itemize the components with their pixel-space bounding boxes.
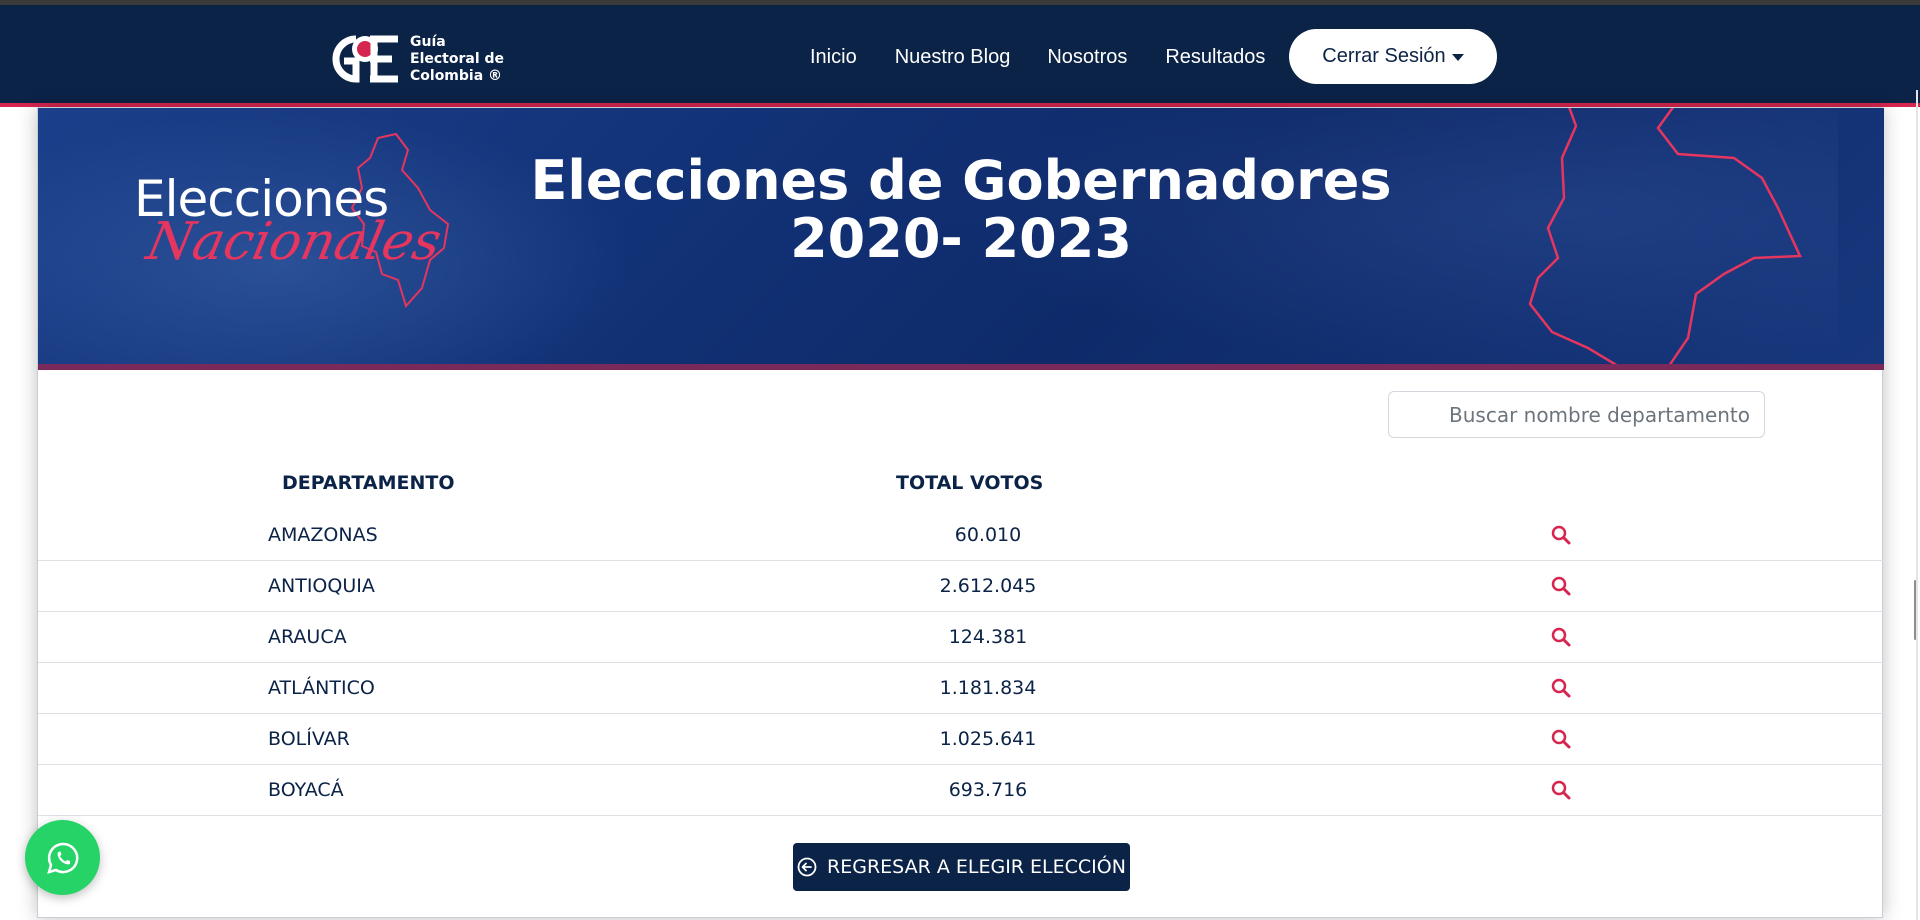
logo-line-1: Guía [410,33,446,50]
cell-total-votos: 1.025.641 [939,728,1037,750]
table-row: BOYACÁ 693.716 [38,765,1884,816]
logo-mark-icon [326,31,402,87]
cell-departamento: BOYACÁ [268,779,344,801]
table-row: ANTIOQUIA 2.612.045 [38,561,1884,612]
cell-departamento: ATLÁNTICO [268,677,375,699]
navbar: Guía Electoral de Colombia ® Inicio Nues… [0,5,1920,107]
site-logo[interactable]: Guía Electoral de Colombia ® [326,31,504,87]
back-arrow-icon [797,857,817,877]
cell-total-votos: 693.716 [948,779,1028,801]
page-title-line-1: Elecciones de Gobernadores [530,149,1392,212]
nav-nosotros[interactable]: Nosotros [1047,37,1127,77]
back-button-label: REGRESAR A ELEGIR ELECCIÓN [827,856,1126,878]
nav-resultados[interactable]: Resultados [1165,37,1265,77]
nav-inicio[interactable]: Inicio [810,37,857,77]
table-row: ARAUCA 124.381 [38,612,1884,663]
nav-nuestro-blog[interactable]: Nuestro Blog [895,37,1011,77]
cell-departamento: BOLÍVAR [268,728,350,750]
cell-departamento: ANTIOQUIA [268,575,375,597]
whatsapp-button[interactable] [25,820,100,895]
search-icon[interactable] [1550,779,1572,801]
search-input[interactable]: Buscar nombre departamento [1388,391,1765,438]
cell-total-votos: 124.381 [948,626,1028,648]
logo-line-2: Electoral de [410,50,505,67]
column-header-total-votos: TOTAL VOTOS [896,472,1044,494]
cell-total-votos: 2.612.045 [939,575,1037,597]
cell-total-votos: 1.181.834 [939,677,1037,699]
cell-total-votos: 60.010 [954,524,1022,546]
caret-down-icon [1451,54,1464,61]
page-title: Elecciones de Gobernadores 2020- 2023 [38,152,1884,268]
cell-departamento: AMAZONAS [268,524,378,546]
whatsapp-icon [46,842,78,874]
search-icon[interactable] [1550,728,1572,750]
page-title-line-2: 2020- 2023 [790,207,1132,270]
logo-line-3: Colombia ® [410,67,503,84]
cell-departamento: ARAUCA [268,626,347,648]
search-icon[interactable] [1550,626,1572,648]
banner: Elecciones Nacionales Elecciones de Gobe… [38,108,1884,370]
column-header-departamento: DEPARTAMENTO [282,472,455,494]
search-icon[interactable] [1550,524,1572,546]
main-nav: Inicio Nuestro Blog Nosotros Resultados [810,37,1303,77]
back-to-elections-button[interactable]: REGRESAR A ELEGIR ELECCIÓN [793,843,1130,891]
table-row: AMAZONAS 60.010 [38,510,1884,561]
logout-label: Cerrar Sesión [1322,45,1446,67]
table-row: ATLÁNTICO 1.181.834 [38,663,1884,714]
results-card: Elecciones Nacionales Elecciones de Gobe… [37,107,1917,918]
logo-text: Guía Electoral de Colombia ® [410,34,504,85]
page-scrollbar[interactable] [1916,90,1918,920]
table-row: BOLÍVAR 1.025.641 [38,714,1884,765]
search-icon[interactable] [1550,677,1572,699]
search-icon[interactable] [1550,575,1572,597]
logout-dropdown-button[interactable]: Cerrar Sesión [1289,29,1497,84]
search-placeholder: Buscar nombre departamento [1449,402,1750,427]
